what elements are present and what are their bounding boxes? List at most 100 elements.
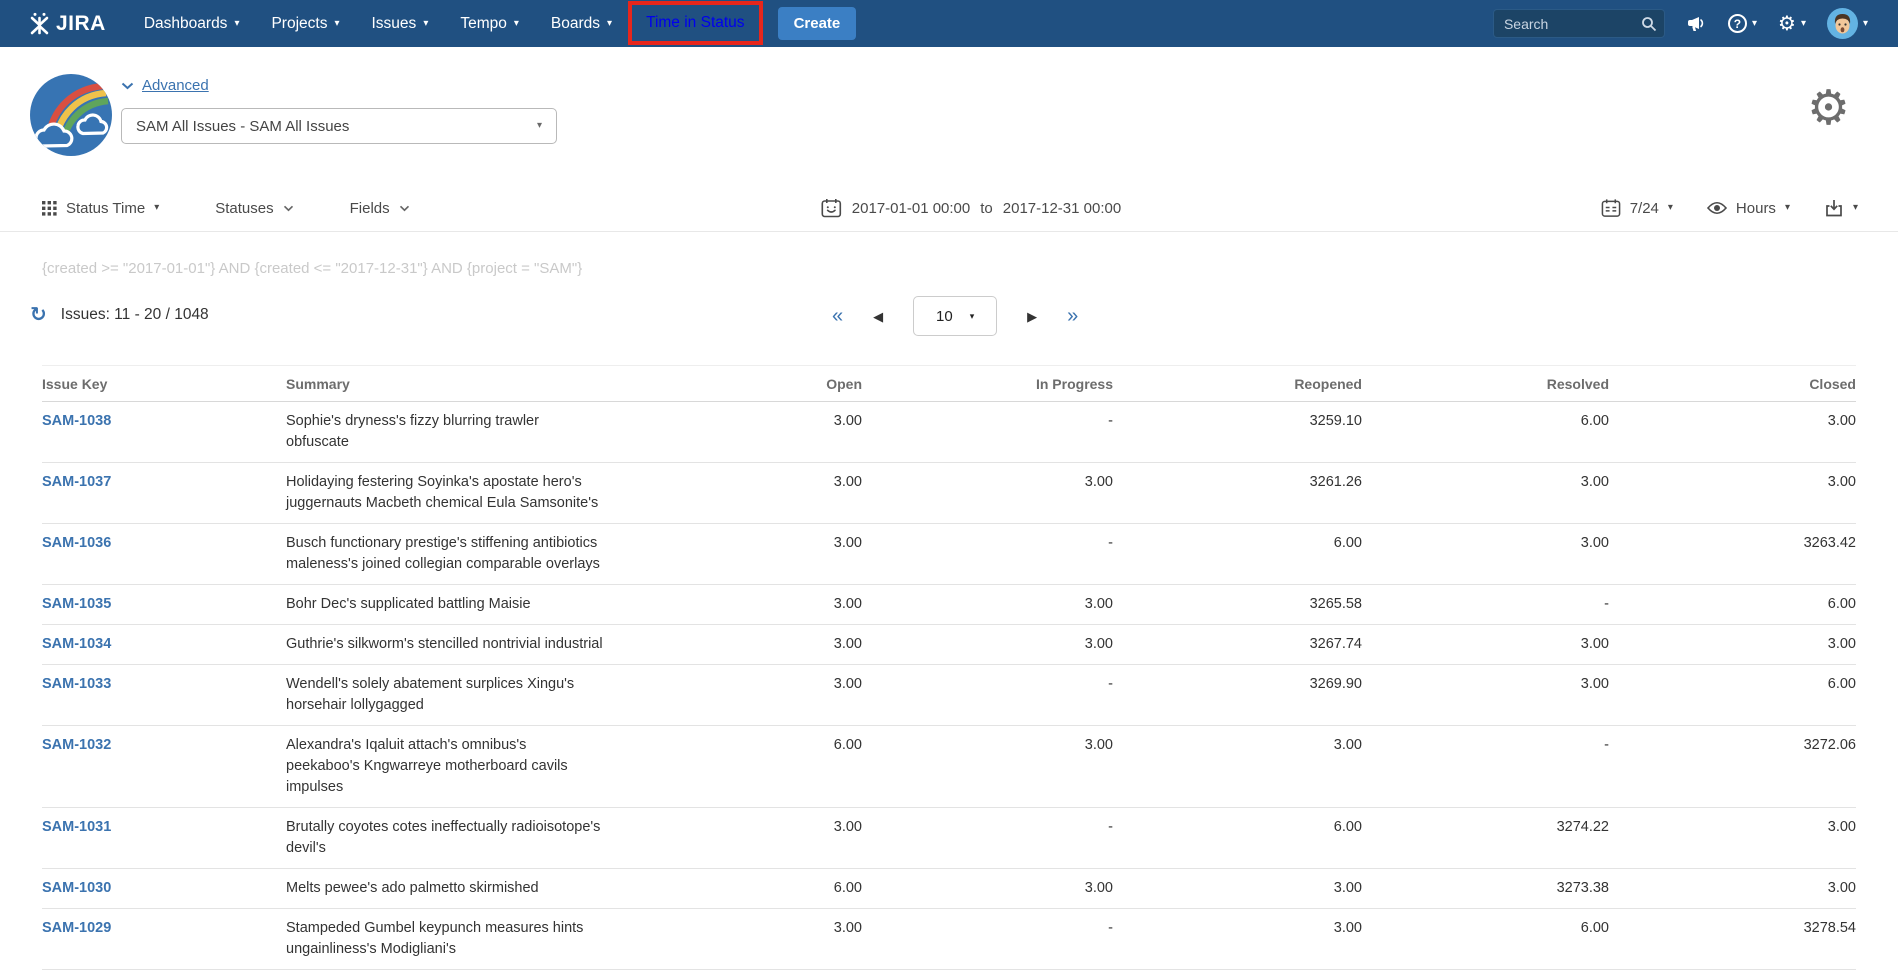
next-page-button[interactable]: ▶ bbox=[1027, 310, 1037, 323]
status-time-cell-reopened: 3.00 bbox=[1113, 726, 1362, 808]
nav-item-label: Boards bbox=[551, 15, 600, 33]
status-time-cell-closed: 3.00 bbox=[1609, 808, 1856, 869]
nav-item-boards[interactable]: Boards ▾ bbox=[535, 0, 628, 47]
caret-down-icon: ▾ bbox=[1853, 203, 1858, 213]
issue-key-link[interactable]: SAM-1030 bbox=[42, 880, 111, 896]
table-header-row: Issue Key Summary Open In Progress Reope… bbox=[42, 366, 1856, 402]
status-time-cell-in-progress: 3.00 bbox=[862, 585, 1113, 625]
settings-gear-icon[interactable]: ⚙ bbox=[1807, 85, 1850, 133]
issue-summary-cell: Stampeded Gumbel keypunch measures hints… bbox=[286, 909, 686, 970]
eye-icon bbox=[1707, 201, 1727, 215]
status-time-cell-closed: 3.00 bbox=[1609, 402, 1856, 463]
status-time-cell-open: 3.00 bbox=[686, 524, 862, 585]
issue-key-link[interactable]: SAM-1038 bbox=[42, 413, 111, 429]
chevron-down-icon bbox=[399, 205, 410, 212]
advanced-link[interactable]: Advanced bbox=[142, 77, 209, 94]
nav-item-tempo[interactable]: Tempo ▾ bbox=[444, 0, 535, 47]
first-page-button[interactable]: « bbox=[832, 306, 843, 326]
statuses-dropdown[interactable]: Statuses bbox=[215, 200, 293, 217]
export-dropdown[interactable]: ▾ bbox=[1824, 198, 1858, 218]
search-input[interactable] bbox=[1493, 9, 1665, 38]
fields-dropdown[interactable]: Fields bbox=[350, 200, 410, 217]
issue-summary-text: Bohr Dec's supplicated battling Maisie bbox=[286, 594, 686, 615]
caret-down-icon: ▾ bbox=[1752, 19, 1757, 29]
issue-row: SAM-1036 Busch functionary prestige's sti… bbox=[42, 524, 1856, 585]
caret-down-icon: ▾ bbox=[1801, 19, 1806, 29]
issue-key-link[interactable]: SAM-1032 bbox=[42, 737, 111, 753]
issue-key-cell: SAM-1034 bbox=[42, 625, 286, 665]
user-menu-button[interactable]: ▾ bbox=[1827, 8, 1868, 39]
work-calendar-icon bbox=[1601, 198, 1621, 218]
report-type-select[interactable]: Status Time ▾ bbox=[42, 200, 159, 217]
caret-down-icon: ▾ bbox=[234, 19, 239, 29]
jira-mark-icon bbox=[28, 12, 51, 35]
issue-key-cell: SAM-1033 bbox=[42, 665, 286, 726]
status-time-cell-closed: 3.00 bbox=[1609, 625, 1856, 665]
issue-row: SAM-1029 Stampeded Gumbel keypunch measur… bbox=[42, 909, 1856, 970]
calendar-mode-dropdown[interactable]: 7/24 ▾ bbox=[1601, 198, 1673, 218]
issue-summary-text: Wendell's solely abatement surplices Xin… bbox=[286, 674, 686, 716]
status-time-cell-in-progress: - bbox=[862, 665, 1113, 726]
display-unit-dropdown[interactable]: Hours ▾ bbox=[1707, 200, 1790, 217]
nav-item-projects[interactable]: Projects ▾ bbox=[255, 0, 355, 47]
status-time-cell-resolved: - bbox=[1362, 585, 1609, 625]
issue-key-link[interactable]: SAM-1034 bbox=[42, 636, 111, 652]
issue-key-link[interactable]: SAM-1029 bbox=[42, 920, 111, 936]
results-bar: ↻ Issues: 11 - 20 / 1048 « ◀ 10 ▾ ▶ » bbox=[0, 295, 1898, 337]
nav-item-dashboards[interactable]: Dashboards ▾ bbox=[128, 0, 256, 47]
toolbar-right-group: 7/24 ▾ Hours ▾ ▾ bbox=[1601, 198, 1858, 218]
issue-summary-text: Stampeded Gumbel keypunch measures hints… bbox=[286, 918, 686, 960]
issue-key-link[interactable]: SAM-1031 bbox=[42, 819, 111, 835]
advanced-toggle[interactable]: Advanced bbox=[121, 77, 557, 94]
issue-key-link[interactable]: SAM-1036 bbox=[42, 535, 111, 551]
status-time-cell-reopened: 3.00 bbox=[1113, 909, 1362, 970]
nav-item-time-in-status[interactable]: Time in Status bbox=[628, 1, 763, 45]
date-to: 2017-12-31 00:00 bbox=[1003, 200, 1121, 217]
column-header-closed: Closed bbox=[1609, 366, 1856, 402]
issue-summary-cell: Alexandra's Iqaluit attach's omnibus's p… bbox=[286, 726, 686, 808]
caret-down-icon: ▾ bbox=[1785, 203, 1790, 213]
calendar-mode-label: 7/24 bbox=[1630, 200, 1659, 217]
search-box bbox=[1493, 9, 1665, 38]
issue-summary-cell: Melts pewee's ado palmetto skirmished bbox=[286, 869, 686, 909]
previous-page-button[interactable]: ◀ bbox=[873, 310, 883, 323]
issues-count-group: ↻ Issues: 11 - 20 / 1048 bbox=[30, 305, 209, 325]
nav-item-issues[interactable]: Issues ▾ bbox=[356, 0, 445, 47]
nav-right-group: ? ▾ ⚙ ▾ ▾ bbox=[1493, 0, 1898, 47]
date-from: 2017-01-01 00:00 bbox=[852, 200, 970, 217]
issue-row: SAM-1034Guthrie's silkworm's stencilled … bbox=[42, 625, 1856, 665]
status-time-cell-open: 6.00 bbox=[686, 726, 862, 808]
caret-down-icon: ▾ bbox=[514, 19, 519, 29]
issue-row: SAM-1032 Alexandra's Iqaluit attach's omn… bbox=[42, 726, 1856, 808]
issue-summary-cell: Busch functionary prestige's stiffening … bbox=[286, 524, 686, 585]
status-time-cell-resolved: 3.00 bbox=[1362, 665, 1609, 726]
help-icon: ? bbox=[1728, 14, 1747, 33]
issue-key-link[interactable]: SAM-1037 bbox=[42, 474, 111, 490]
nav-menu: Dashboards ▾ Projects ▾ Issues ▾ Tempo ▾… bbox=[128, 0, 628, 47]
saved-filter-select[interactable]: SAM All Issues - SAM All Issues ▾ bbox=[121, 108, 557, 144]
issue-key-link[interactable]: SAM-1033 bbox=[42, 676, 111, 692]
refresh-icon[interactable]: ↻ bbox=[30, 305, 47, 325]
issue-summary-text: Sophie's dryness's fizzy blurring trawle… bbox=[286, 411, 686, 453]
help-menu-button[interactable]: ? ▾ bbox=[1728, 14, 1757, 33]
page-size-select[interactable]: 10 ▾ bbox=[913, 296, 997, 336]
calendar-icon bbox=[821, 198, 842, 218]
admin-menu-button[interactable]: ⚙ ▾ bbox=[1778, 14, 1806, 34]
issue-summary-text: Alexandra's Iqaluit attach's omnibus's p… bbox=[286, 735, 686, 798]
status-time-cell-reopened: 3261.26 bbox=[1113, 463, 1362, 524]
jira-logo[interactable]: JIRA bbox=[0, 0, 128, 47]
caret-down-icon: ▾ bbox=[1668, 203, 1673, 213]
last-page-button[interactable]: » bbox=[1067, 306, 1078, 326]
date-range-picker[interactable]: 2017-01-01 00:00 to 2017-12-31 00:00 bbox=[821, 198, 1121, 218]
status-time-cell-open: 3.00 bbox=[686, 402, 862, 463]
date-separator: to bbox=[980, 200, 993, 217]
caret-down-icon: ▾ bbox=[970, 312, 975, 321]
column-header-resolved: Resolved bbox=[1362, 366, 1609, 402]
issue-key-link[interactable]: SAM-1035 bbox=[42, 596, 111, 612]
create-button[interactable]: Create bbox=[778, 7, 857, 40]
status-time-cell-reopened: 3267.74 bbox=[1113, 625, 1362, 665]
status-time-cell-open: 3.00 bbox=[686, 463, 862, 524]
status-time-cell-reopened: 3265.58 bbox=[1113, 585, 1362, 625]
announcements-button[interactable] bbox=[1686, 14, 1707, 34]
column-header-summary: Summary bbox=[286, 366, 686, 402]
